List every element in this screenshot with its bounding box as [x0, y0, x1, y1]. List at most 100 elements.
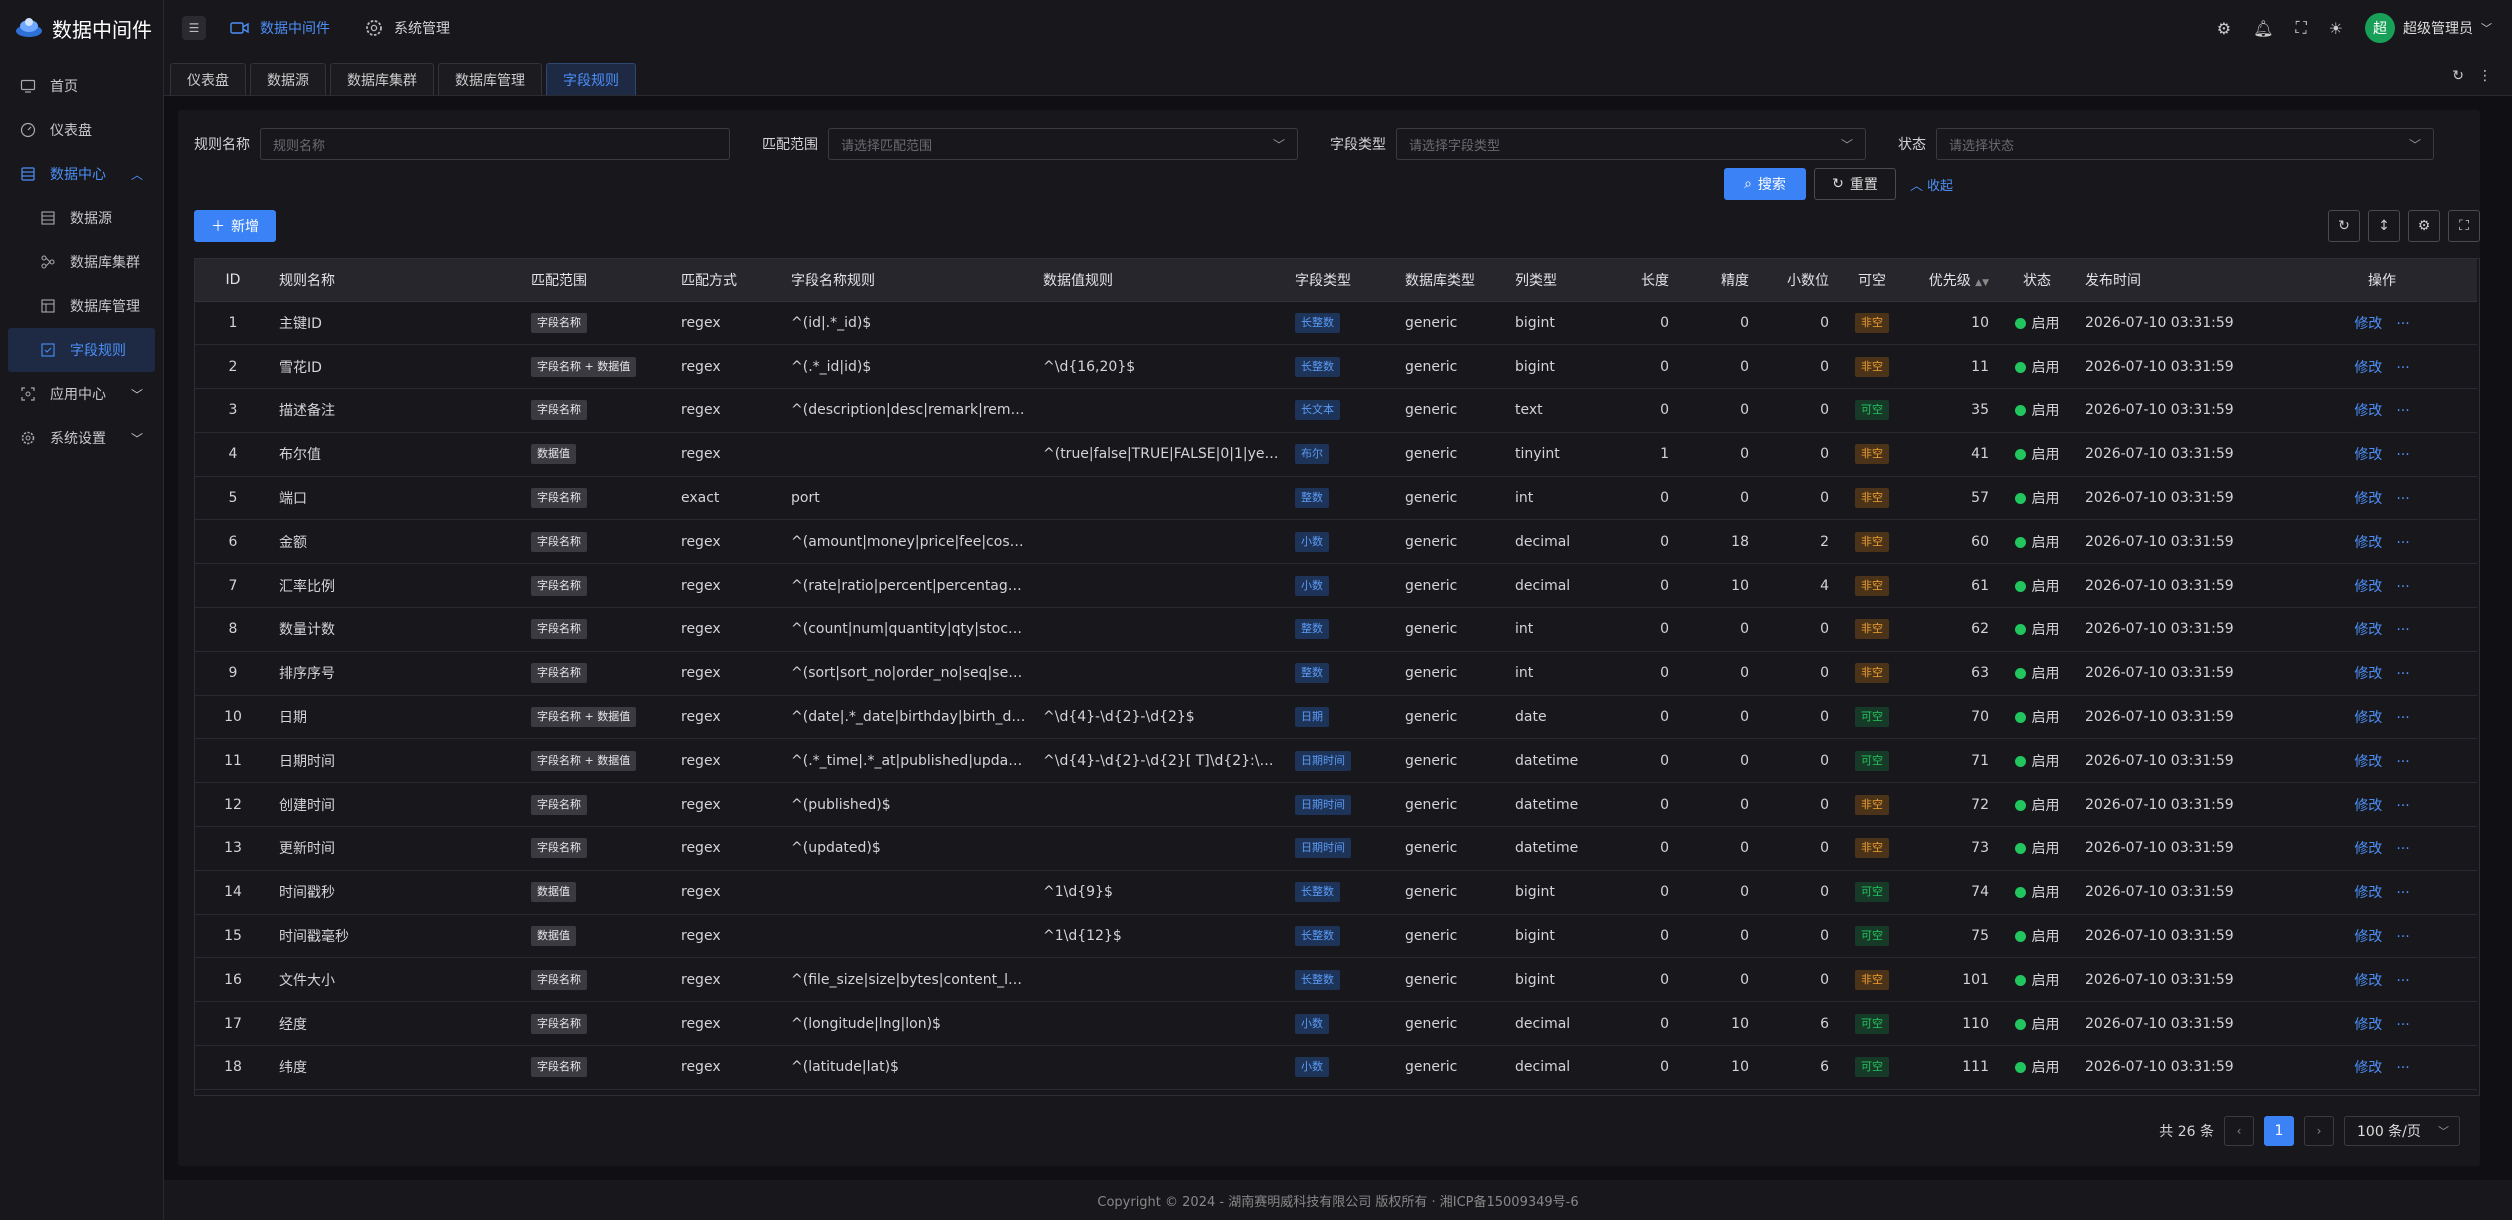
edit-link[interactable]: 修改 [2354, 1060, 2382, 1076]
density-icon[interactable]: ↕ [2368, 210, 2400, 242]
edit-link[interactable]: 修改 [2354, 535, 2382, 551]
prev-page-icon[interactable]: ‹ [2224, 1116, 2254, 1146]
topnav-label: 数据中间件 [260, 21, 330, 37]
settings-icon[interactable]: ⚙ [2217, 19, 2231, 38]
sidebar-item-data-center[interactable]: 数据中心 ︿ [0, 152, 163, 196]
rule-name-input[interactable]: 规则名称 [260, 128, 730, 160]
edit-link[interactable]: 修改 [2354, 1017, 2382, 1033]
scope-tag: 字段名称 [531, 969, 587, 990]
scope-tag: 字段名称 [531, 488, 587, 509]
edit-link[interactable]: 修改 [2354, 491, 2382, 507]
table-cell-prec: 0 [1677, 870, 1757, 915]
more-actions-icon[interactable]: ··· [2396, 491, 2409, 507]
more-actions-icon[interactable]: ··· [2396, 403, 2409, 419]
next-page-icon[interactable]: › [2304, 1116, 2334, 1146]
table-cell-value_rule [1035, 519, 1287, 565]
collapse-link[interactable]: ︿ 收起 [1910, 175, 1953, 194]
sidebar-item-datasource[interactable]: 数据源 [0, 196, 163, 240]
edit-link[interactable]: 修改 [2354, 579, 2382, 595]
sidebar-item-system-settings[interactable]: 系统设置 ﹀ [0, 416, 163, 460]
table-cell-status: 启用 [1997, 476, 2077, 521]
more-vertical-icon[interactable]: ⋮ [2478, 68, 2492, 84]
edit-link[interactable]: 修改 [2354, 403, 2382, 419]
sidebar-item-dashboard[interactable]: 仪表盘 [0, 108, 163, 152]
page-size-select[interactable]: 100 条/页 ﹀ [2344, 1116, 2460, 1146]
more-actions-icon[interactable]: ··· [2396, 1017, 2409, 1033]
user-menu[interactable]: 超 超级管理员 ﹀ [2365, 13, 2492, 43]
fullscreen-table-icon[interactable]: ⛶ [2448, 210, 2480, 242]
sidebar-item-db-cluster[interactable]: 数据库集群 [0, 240, 163, 284]
more-actions-icon[interactable]: ··· [2396, 316, 2409, 332]
priority-sort-header[interactable]: 优先级 ▲▼ [1907, 259, 1997, 302]
more-actions-icon[interactable]: ··· [2396, 579, 2409, 595]
sidebar-item-app-center[interactable]: 应用中心 ﹀ [0, 372, 163, 416]
theme-icon[interactable]: ☀ [2329, 19, 2343, 38]
edit-link[interactable]: 修改 [2354, 973, 2382, 989]
edit-link[interactable]: 修改 [2354, 447, 2382, 463]
edit-link[interactable]: 修改 [2354, 929, 2382, 945]
field-type-select[interactable]: 请选择字段类型 ﹀ [1396, 128, 1866, 160]
nullable-tag: 可空 [1855, 1057, 1889, 1078]
more-actions-icon[interactable]: ··· [2396, 710, 2409, 726]
more-actions-icon[interactable]: ··· [2396, 973, 2409, 989]
tab-datasource[interactable]: 数据源 [250, 63, 326, 95]
more-actions-icon[interactable]: ··· [2396, 535, 2409, 551]
edit-link[interactable]: 修改 [2354, 841, 2382, 857]
more-actions-icon[interactable]: ··· [2396, 798, 2409, 814]
menu-toggle-icon[interactable]: ☰ [182, 16, 206, 40]
more-actions-icon[interactable]: ··· [2396, 622, 2409, 638]
edit-link[interactable]: 修改 [2354, 885, 2382, 901]
tab-db-manage[interactable]: 数据库管理 [438, 63, 542, 95]
add-button[interactable]: ＋ 新增 [194, 210, 276, 242]
bell-icon[interactable]: 🔔︎ [2253, 19, 2273, 38]
edit-link[interactable]: 修改 [2354, 316, 2382, 332]
column-settings-icon[interactable]: ⚙ [2408, 210, 2440, 242]
table-cell-col: decimal [1507, 1001, 1617, 1047]
fullscreen-icon[interactable]: ⛶ [2295, 18, 2306, 38]
tab-db-cluster[interactable]: 数据库集群 [330, 63, 434, 95]
refresh-table-icon[interactable]: ↻ [2328, 210, 2360, 242]
sidebar-item-home[interactable]: 首页 [0, 64, 163, 108]
more-actions-icon[interactable]: ··· [2396, 841, 2409, 857]
edit-link[interactable]: 修改 [2354, 666, 2382, 682]
edit-link[interactable]: 修改 [2354, 360, 2382, 376]
more-actions-icon[interactable]: ··· [2396, 1060, 2409, 1076]
status-text: 启用 [2031, 841, 2060, 858]
table-cell-time: 2026-07-10 03:31:59 [2077, 519, 2287, 565]
page-number[interactable]: 1 [2264, 1116, 2294, 1146]
nullable-tag: 非空 [1855, 356, 1889, 377]
search-button[interactable]: ⌕ 搜索 [1724, 168, 1806, 200]
table-header-row: ID 规则名称 匹配范围 匹配方式 字段名称规则 数据值规则 字段类型 数据库类… [195, 259, 2477, 302]
table-cell-ftype: 小数 [1287, 519, 1397, 565]
table-cell-len: 0 [1617, 870, 1677, 915]
topnav-system-manage[interactable]: 系统管理 [364, 18, 450, 38]
topnav-data-middleware[interactable]: 数据中间件 [230, 18, 330, 38]
more-actions-icon[interactable]: ··· [2396, 885, 2409, 901]
table-cell-actions: 修改 ··· [2287, 914, 2477, 959]
status-select[interactable]: 请选择状态 ﹀ [1936, 128, 2434, 160]
more-actions-icon[interactable]: ··· [2396, 754, 2409, 770]
table-cell-ftype: 小数 [1287, 563, 1397, 609]
edit-link[interactable]: 修改 [2354, 710, 2382, 726]
sidebar-item-db-manage[interactable]: 数据库管理 [0, 284, 163, 328]
table-cell-nullable: 非空 [1837, 651, 1907, 696]
more-actions-icon[interactable]: ··· [2396, 360, 2409, 376]
more-actions-icon[interactable]: ··· [2396, 929, 2409, 945]
edit-link[interactable]: 修改 [2354, 754, 2382, 770]
table-cell-time: 2026-07-10 03:31:59 [2077, 738, 2287, 784]
reset-button[interactable]: ↻ 重置 [1814, 168, 1896, 200]
app-logo[interactable]: 数据中间件 [0, 0, 163, 56]
tab-dashboard[interactable]: 仪表盘 [170, 63, 246, 95]
table-cell-db: generic [1397, 476, 1507, 521]
more-actions-icon[interactable]: ··· [2396, 447, 2409, 463]
sidebar-item-field-rules[interactable]: 字段规则 [8, 328, 155, 372]
refresh-icon[interactable]: ↻ [2452, 68, 2464, 84]
tab-field-rules[interactable]: 字段规则 [546, 63, 636, 95]
match-scope-select[interactable]: 请选择匹配范围 ﹀ [828, 128, 1298, 160]
field-type-placeholder: 请选择字段类型 [1409, 138, 1501, 154]
edit-link[interactable]: 修改 [2354, 622, 2382, 638]
status-dot-icon [2014, 405, 2026, 417]
edit-link[interactable]: 修改 [2354, 798, 2382, 814]
more-actions-icon[interactable]: ··· [2396, 666, 2409, 682]
table-cell-name: 日期时间 [271, 738, 523, 784]
